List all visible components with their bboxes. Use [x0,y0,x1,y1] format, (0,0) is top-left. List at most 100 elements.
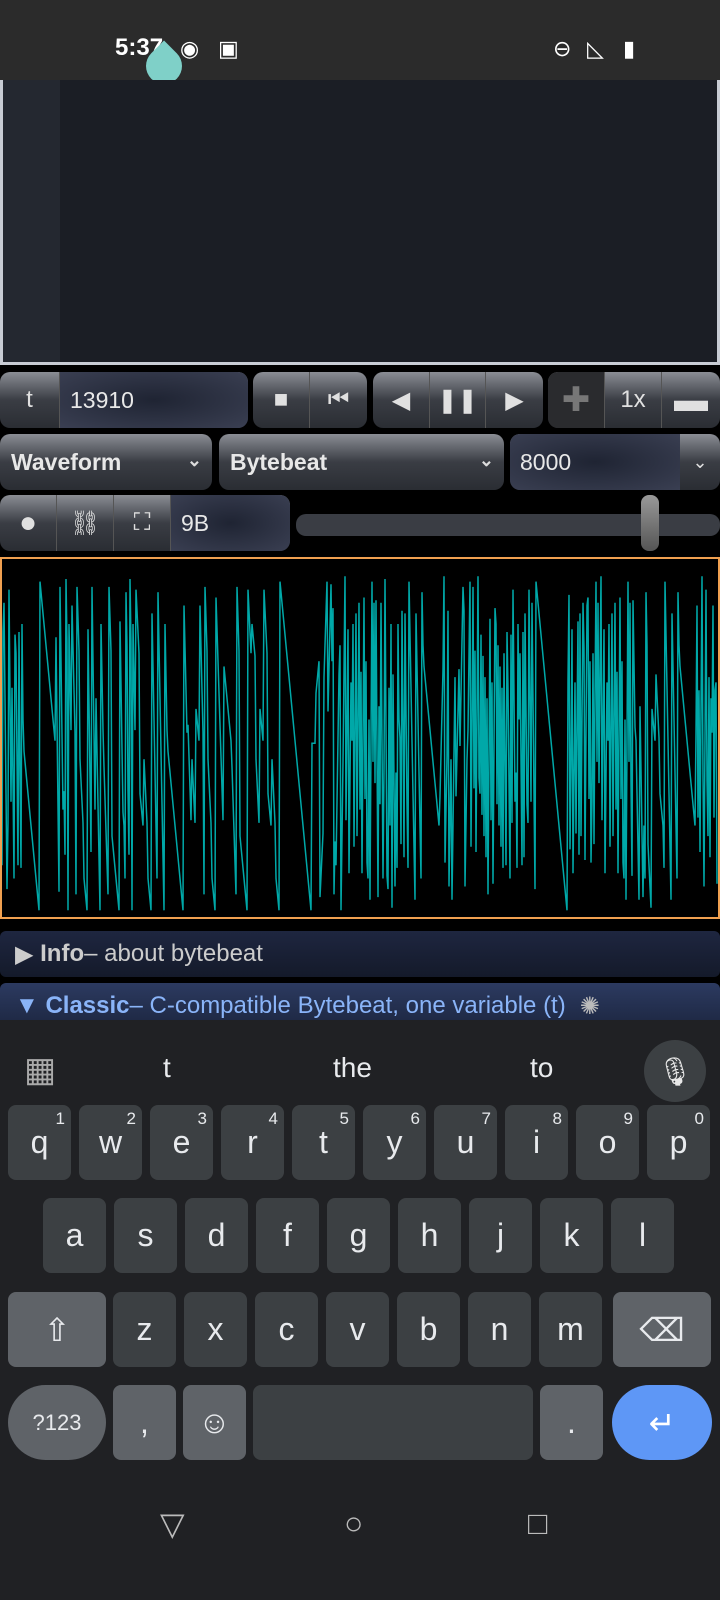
shift-key[interactable]: ⇧ [8,1292,106,1367]
back-nav-icon[interactable]: ▽ [160,1505,185,1543]
backspace-key[interactable]: ⌫ [613,1292,711,1367]
loading-spinner-icon: ✺ [579,992,600,1020]
key-v[interactable]: v [326,1292,389,1367]
key-label: n [490,1311,509,1347]
home-nav-icon[interactable]: ○ [344,1505,363,1542]
info-panel-header[interactable]: ▶ Info – about bytebeat [0,931,720,977]
speed-up-button[interactable]: ✚ [548,372,605,428]
fullscreen-icon[interactable]: ⛶ [114,495,171,551]
record-button[interactable]: ● [0,495,57,551]
space-key[interactable] [253,1385,533,1460]
key-w[interactable]: w2 [79,1105,142,1180]
key-c[interactable]: c [255,1292,318,1367]
panel-title: Info [40,940,85,967]
chevron-down-icon[interactable]: ⌄ [680,434,720,490]
mode-value: Waveform [11,448,122,475]
stop-reset-group: ■ ⏮ [253,372,367,428]
rate-input[interactable]: 8000 [510,434,680,490]
key-t[interactable]: t5 [292,1105,355,1180]
key-hint: 7 [481,1109,491,1128]
key-e[interactable]: e3 [150,1105,213,1180]
key-s[interactable]: s [114,1198,177,1273]
suggestion[interactable]: to [530,1052,553,1084]
key-label: k [563,1217,580,1253]
mode-select[interactable]: Waveform ⌄ [0,434,212,490]
key-d[interactable]: d [185,1198,248,1273]
time-input[interactable]: 13910 [60,372,248,428]
key-hint: 3 [197,1109,207,1128]
key-label: u [456,1124,475,1160]
key-label: s [137,1217,154,1253]
rate-select[interactable]: 8000 ⌄ [510,434,720,490]
key-k[interactable]: k [540,1198,603,1273]
play-backward-button[interactable]: ◀ [373,372,430,428]
key-label: l [638,1217,647,1253]
microphone-icon[interactable]: 🎙 [644,1040,706,1102]
key-hint: 4 [268,1109,278,1128]
key-b[interactable]: b [397,1292,460,1367]
recents-nav-icon[interactable]: □ [528,1505,547,1542]
chevron-down-icon: ⌄ [186,450,202,470]
key-p[interactable]: p0 [647,1105,710,1180]
key-f[interactable]: f [256,1198,319,1273]
key-o[interactable]: o9 [576,1105,639,1180]
expand-arrow-icon: ▶ [15,940,34,968]
key-label: g [349,1217,368,1253]
key-n[interactable]: n [468,1292,531,1367]
time-control: t 13910 [0,372,248,428]
status-bar: 5:37 ◉ ▣ ⊖ ◺ ▮ [0,0,720,92]
speed-label[interactable]: 1x [605,372,662,428]
key-l[interactable]: l [611,1198,674,1273]
waveform-display[interactable] [0,557,720,919]
line-gutter [3,80,60,362]
code-editor[interactable] [0,80,720,365]
key-hint: 1 [55,1109,65,1128]
volume-slider-thumb[interactable] [641,495,659,551]
waveform-line [1,576,718,911]
key-m[interactable]: m [539,1292,602,1367]
key-label: f [283,1217,292,1253]
key-label: j [496,1217,505,1253]
emoji-key[interactable]: ☺ [183,1385,246,1460]
suggestion[interactable]: the [333,1052,372,1084]
key-u[interactable]: u7 [434,1105,497,1180]
key-hint: 6 [410,1109,420,1128]
suggestion[interactable]: t [163,1052,171,1084]
key-g[interactable]: g [327,1198,390,1273]
waveform-svg [1,576,718,911]
key-label: w [98,1124,123,1160]
comma-key[interactable]: , [113,1385,176,1460]
type-select[interactable]: Bytebeat ⌄ [219,434,504,490]
rewind-button[interactable]: ⏮ [310,372,367,428]
key-label: v [349,1311,366,1347]
key-r[interactable]: r4 [221,1105,284,1180]
time-label[interactable]: t [0,372,60,428]
key-x[interactable]: x [184,1292,247,1367]
key-label: t [319,1124,328,1160]
link-icon[interactable]: ⛓ [57,495,114,551]
enter-icon: ↵ [648,1404,676,1441]
key-y[interactable]: y6 [363,1105,426,1180]
stop-button[interactable]: ■ [253,372,310,428]
symbols-key[interactable]: ?123 [8,1385,106,1460]
code-size: 9B [171,495,290,551]
key-a[interactable]: a [43,1198,106,1273]
key-h[interactable]: h [398,1198,461,1273]
battery-icon: ▮ [623,36,636,61]
play-forward-button[interactable]: ▶ [486,372,543,428]
apps-grid-icon[interactable]: ▦ [24,1050,56,1090]
key-label: d [207,1217,226,1253]
speed-down-button[interactable]: ▬ [662,372,720,428]
key-z[interactable]: z [113,1292,176,1367]
key-j[interactable]: j [469,1198,532,1273]
image-icon: ▣ [218,36,239,61]
key-i[interactable]: i8 [505,1105,568,1180]
pause-button[interactable]: ❚❚ [430,372,486,428]
backspace-icon: ⌫ [639,1311,685,1348]
period-key[interactable]: . [540,1385,603,1460]
key-hint: 2 [126,1109,136,1128]
key-q[interactable]: q1 [8,1105,71,1180]
enter-key[interactable]: ↵ [612,1385,712,1460]
key-label: c [278,1311,295,1347]
key-label: x [207,1311,224,1347]
